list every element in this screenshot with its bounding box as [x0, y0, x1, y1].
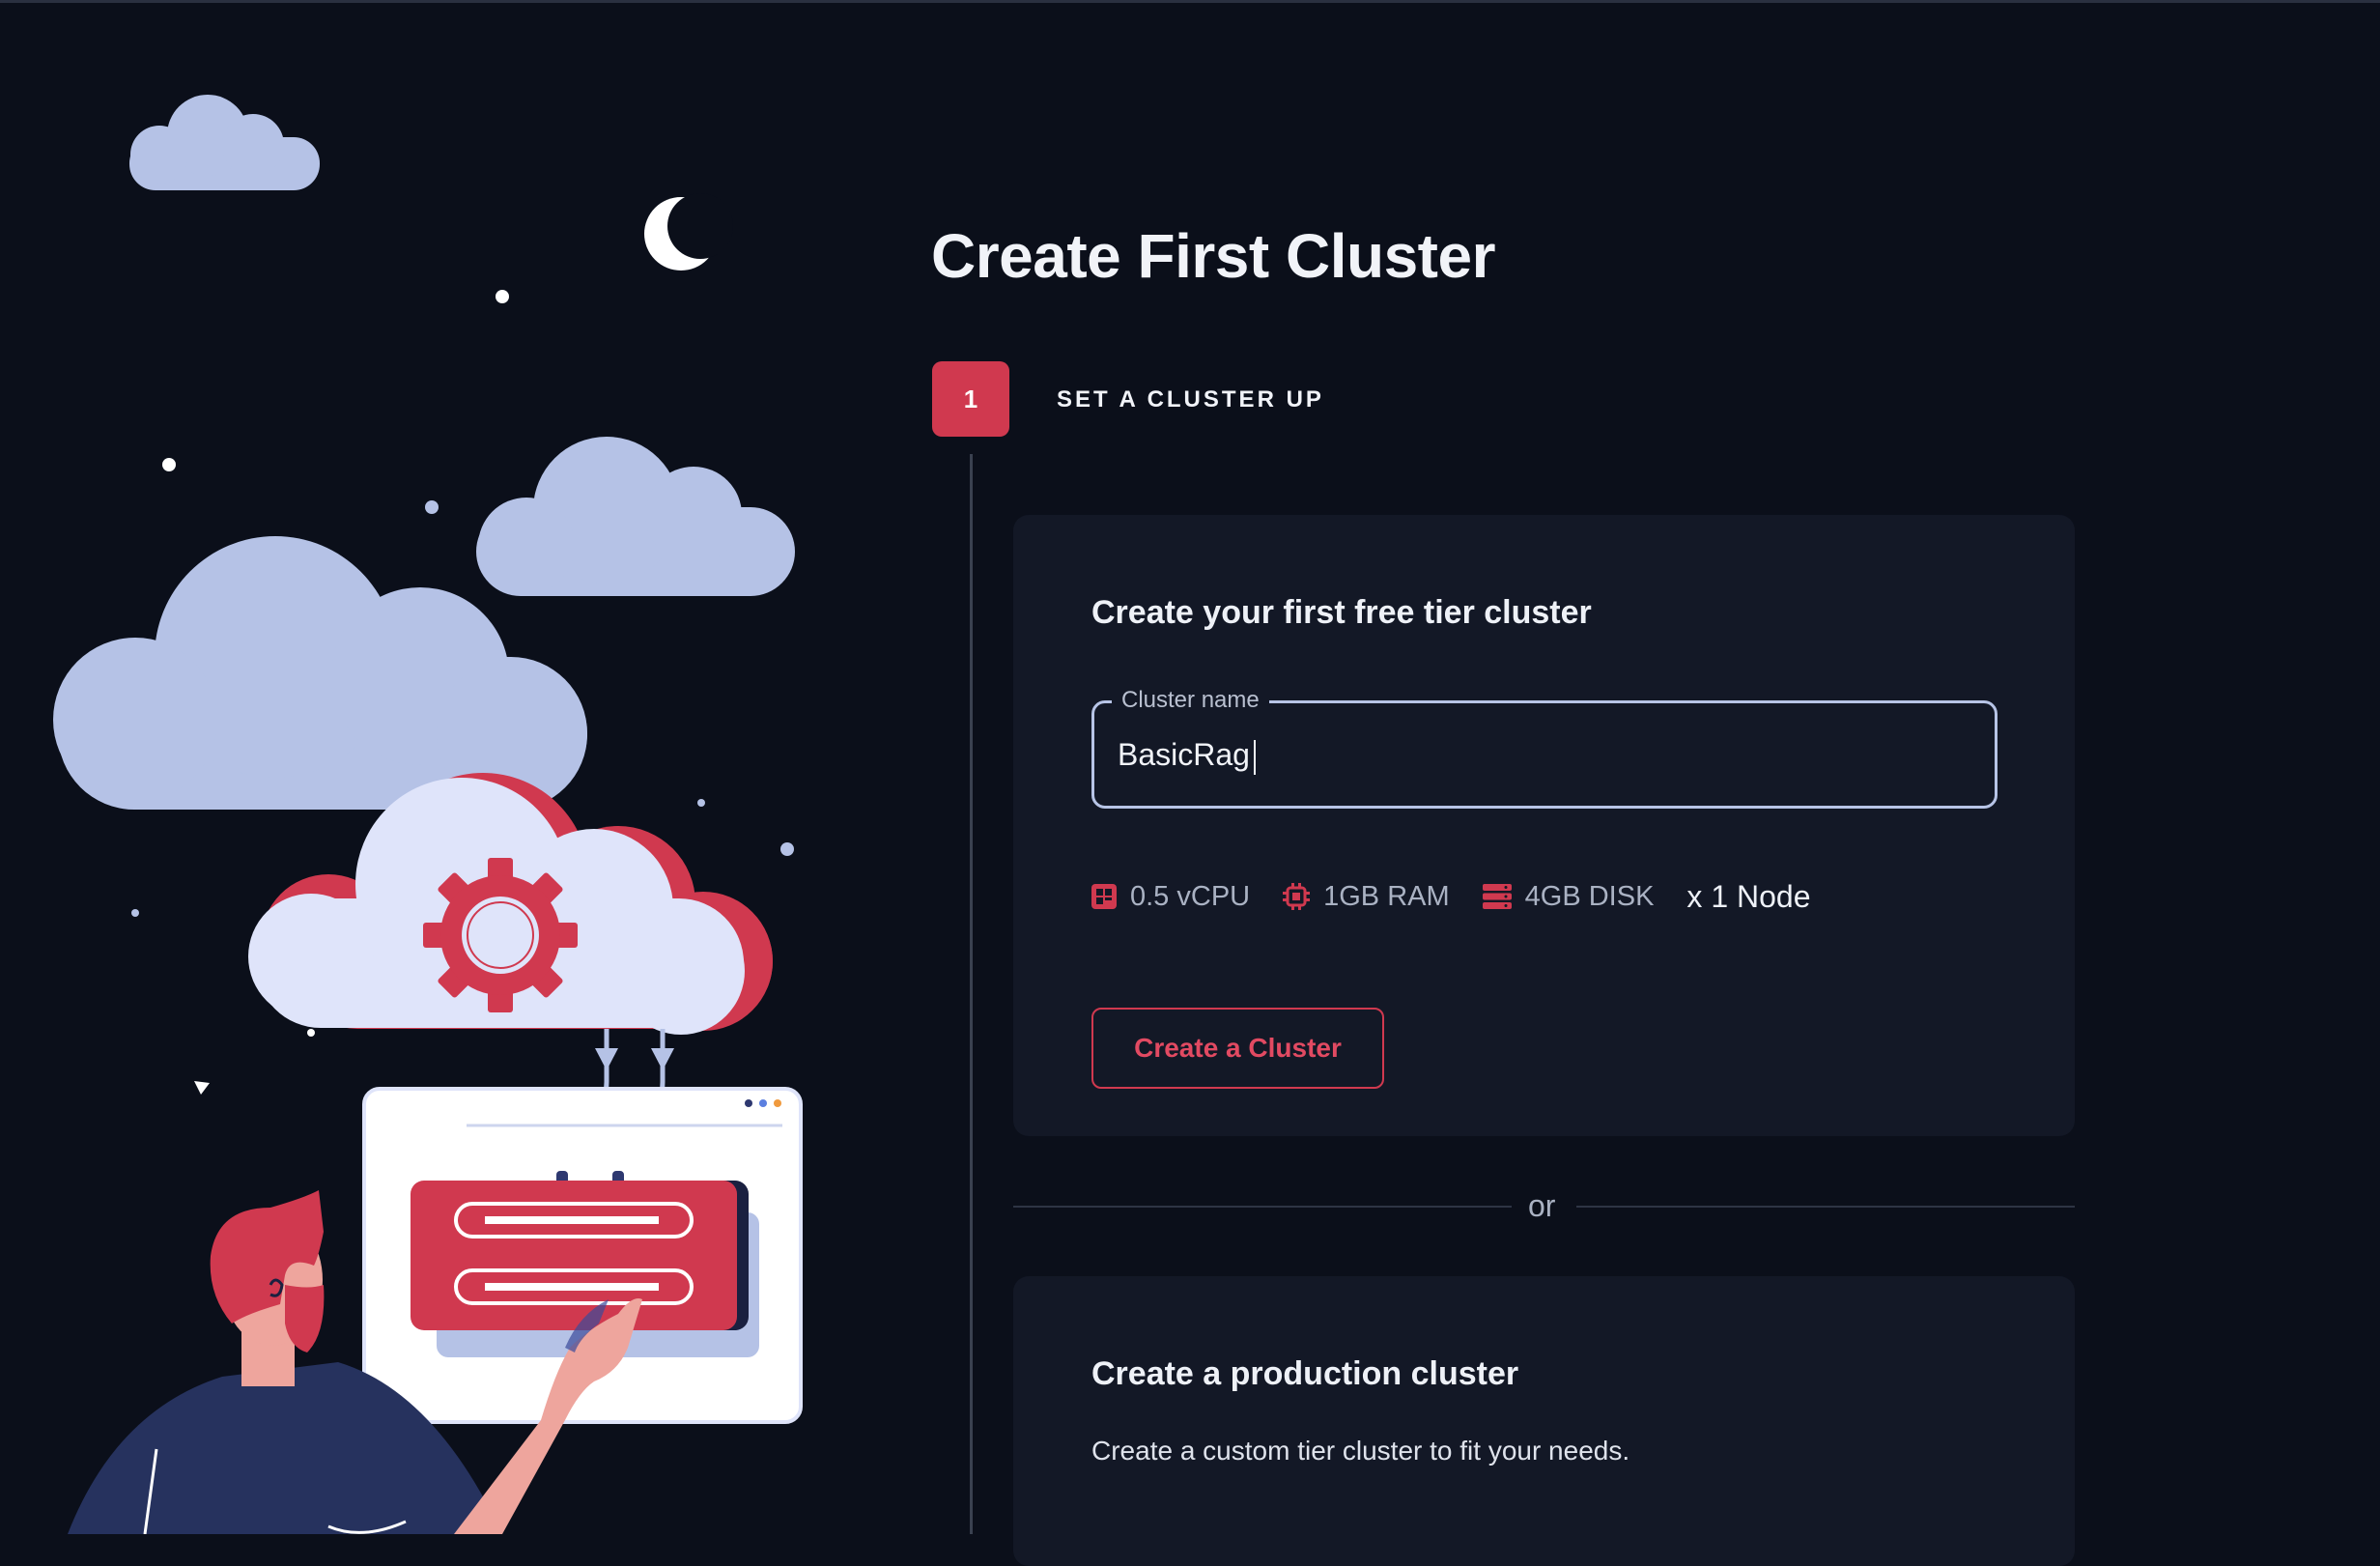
gear-icon: [423, 858, 578, 1012]
divider-line-left: [1013, 1206, 1512, 1208]
cluster-specs: 0.5 vCPU 1GB RAM 4GB DISK x 1 Node: [1091, 872, 1844, 921]
step-number-badge: 1: [932, 361, 1009, 437]
free-tier-cluster-card: Create your first free tier cluster Clus…: [1013, 515, 2075, 1136]
cluster-name-input[interactable]: [1118, 732, 1968, 777]
disk-icon: [1482, 884, 1512, 909]
spec-cpu: 0.5 vCPU: [1091, 881, 1250, 913]
moon-icon: [644, 193, 733, 270]
ram-chip-icon: [1283, 883, 1311, 910]
spec-cpu-text: 0.5 vCPU: [1130, 880, 1251, 912]
spec-disk-text: 4GB DISK: [1524, 880, 1655, 912]
divider-or-text: or: [1528, 1188, 1556, 1223]
stepper-connector-line: [970, 454, 973, 1534]
page-title: Create First Cluster: [931, 221, 1495, 291]
text-caret: [1254, 740, 1256, 775]
spec-ram-text: 1GB RAM: [1323, 880, 1450, 912]
production-cluster-card[interactable]: Create a production cluster Create a cus…: [1013, 1276, 2075, 1566]
create-cluster-button[interactable]: Create a Cluster: [1091, 1008, 1384, 1089]
cluster-name-label: Cluster name: [1112, 687, 1269, 714]
cluster-name-field[interactable]: Cluster name: [1091, 687, 1998, 809]
spec-ram: 1GB RAM: [1283, 881, 1450, 913]
production-card-description: Create a custom tier cluster to fit your…: [1091, 1436, 1630, 1466]
free-tier-card-title: Create your first free tier cluster: [1091, 594, 1592, 631]
production-card-title: Create a production cluster: [1091, 1355, 1519, 1392]
divider-line-right: [1576, 1206, 2075, 1208]
onboarding-illustration: [53, 95, 803, 1534]
step-label: SET A CLUSTER UP: [1057, 386, 1324, 413]
spec-disk: 4GB DISK: [1482, 880, 1655, 913]
spec-nodes: x 1 Node: [1686, 878, 1811, 914]
cpu-icon: [1091, 884, 1117, 909]
cloud-icon: [129, 95, 320, 190]
cloud-icon: [476, 437, 795, 596]
